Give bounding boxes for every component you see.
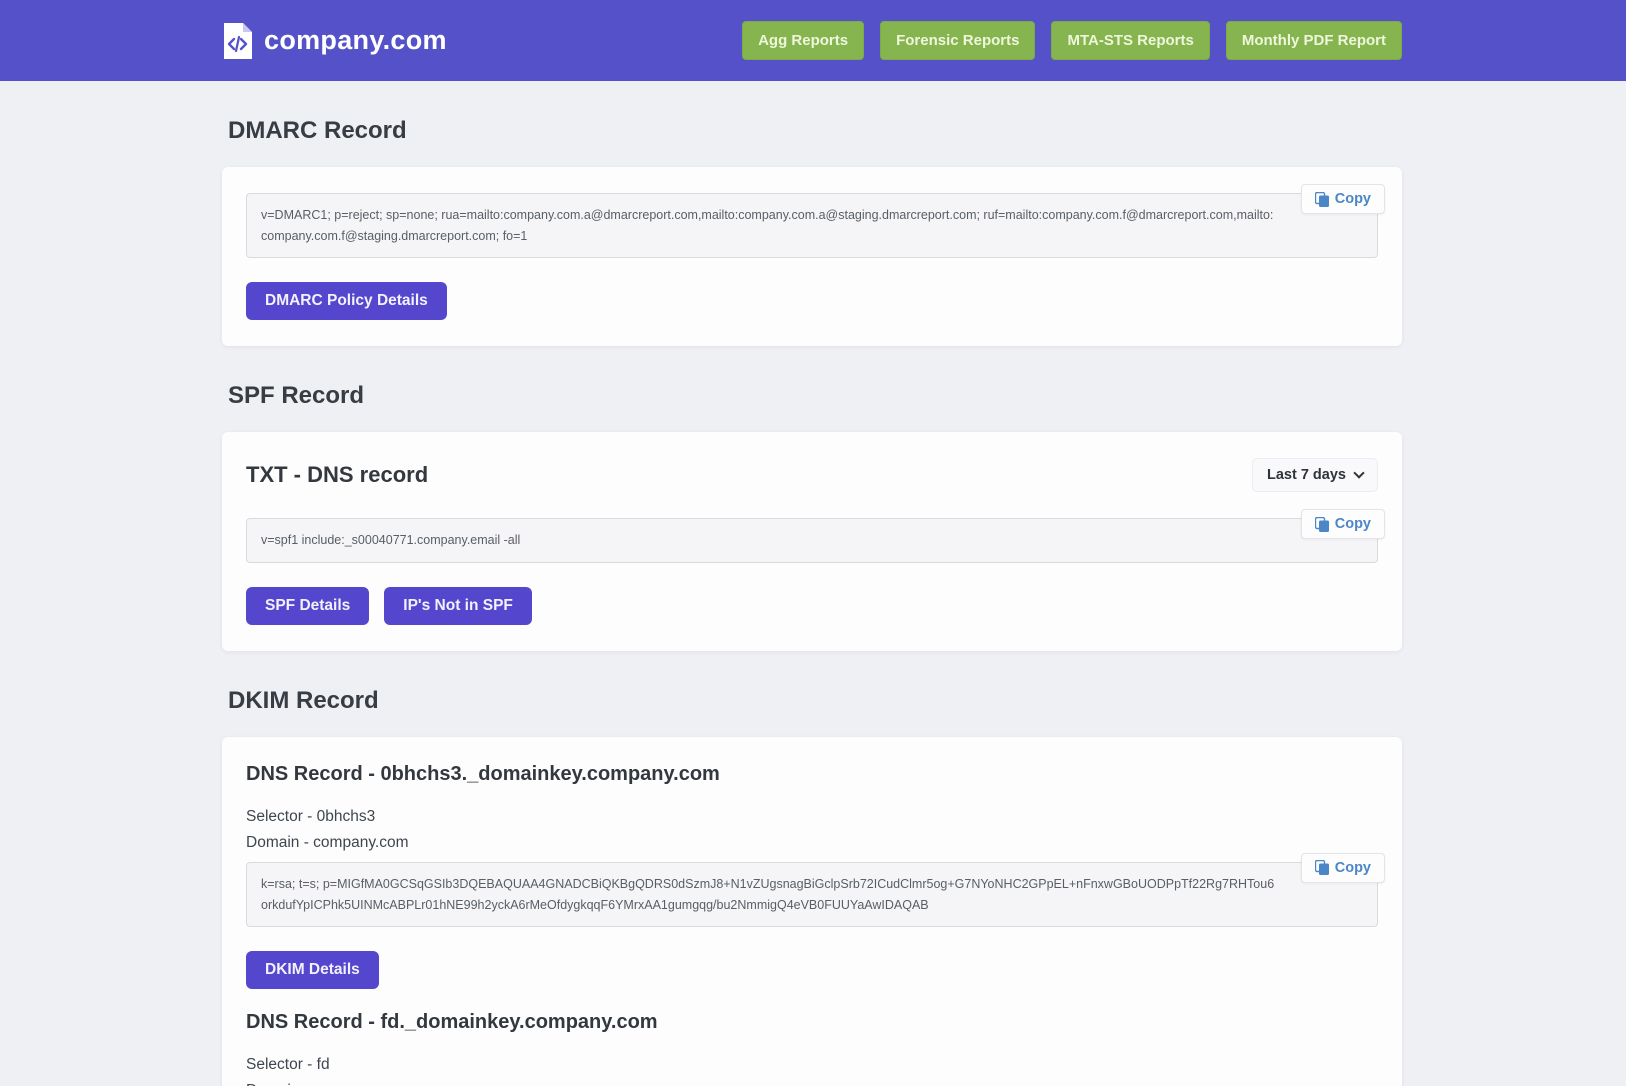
spf-record-value: v=spf1 include:_s00040771.company.email … <box>261 533 521 548</box>
dkim-selector-label: Selector - 0bhchs3 <box>246 807 376 825</box>
spf-card: TXT - DNS record Last 7 days v=spf1 incl… <box>222 432 1402 651</box>
dmarc-copy-button[interactable]: Copy <box>1300 184 1385 214</box>
main-content: DMARC Record v=DMARC1; p=reject; sp=none… <box>222 117 1402 1086</box>
copy-icon <box>1314 516 1329 532</box>
copy-icon <box>1314 191 1329 207</box>
brand-name: company.com <box>264 25 447 55</box>
dmarc-policy-details-button[interactable]: DMARC Policy Details <box>246 282 447 321</box>
dkim-record-box: k=rsa; t=s; p=MIGfMA0GCSqGSIb3DQEBAQUAA4… <box>246 852 1385 928</box>
ips-not-in-spf-button[interactable]: IP's Not in SPF <box>384 586 532 625</box>
dkim-copy-label: Copy <box>1334 859 1371 876</box>
mta-sts-reports-button[interactable]: MTA-STS Reports <box>1051 21 1210 60</box>
dkim-domain-label: Domain - company.com <box>246 833 409 851</box>
spf-record-box: v=spf1 include:_s00040771.company.email … <box>246 509 1385 563</box>
top-nav-buttons: Agg Reports Forensic Reports MTA-STS Rep… <box>742 21 1402 60</box>
monthly-pdf-report-button[interactable]: Monthly PDF Report <box>1225 21 1402 60</box>
spf-section-heading: SPF Record <box>228 382 365 410</box>
dkim-copy-button[interactable]: Copy <box>1300 852 1385 883</box>
spf-details-button[interactable]: SPF Details <box>246 586 370 625</box>
dkim-dns-record-title: DNS Record - fd._domainkey.company.com <box>246 1011 658 1034</box>
forensic-reports-button[interactable]: Forensic Reports <box>880 21 1036 60</box>
dkim-domain-label: Domain - company.com <box>246 1082 1378 1086</box>
date-range-selected-value: Last 7 days <box>1267 467 1346 484</box>
copy-icon <box>1314 860 1329 876</box>
dkim-dns-record-title: DNS Record - 0bhchs3._domainkey.company.… <box>246 762 720 785</box>
dmarc-record-box: v=DMARC1; p=reject; sp=none; rua=mailto:… <box>246 184 1385 259</box>
chevron-down-icon <box>1353 467 1365 479</box>
top-navigation-bar: company.com Agg Reports Forensic Reports… <box>0 0 1626 81</box>
date-range-select[interactable]: Last 7 days <box>1252 458 1378 493</box>
spf-copy-button[interactable]: Copy <box>1300 509 1385 540</box>
agg-reports-button[interactable]: Agg Reports <box>742 21 865 60</box>
dkim-details-button[interactable]: DKIM Details <box>246 951 379 990</box>
dkim-record-entry: DNS Record - fd._domainkey.company.com S… <box>246 1011 1378 1086</box>
brand-logo[interactable]: company.com <box>222 22 447 59</box>
spf-copy-label: Copy <box>1334 516 1371 533</box>
dkim-card: DNS Record - 0bhchs3._domainkey.company.… <box>222 736 1402 1086</box>
document-code-icon <box>224 22 252 59</box>
dmarc-copy-label: Copy <box>1334 191 1371 207</box>
dmarc-record-value: v=DMARC1; p=reject; sp=none; rua=mailto:… <box>261 208 1274 243</box>
dmarc-card: v=DMARC1; p=reject; sp=none; rua=mailto:… <box>222 167 1402 347</box>
dkim-record-value: k=rsa; t=s; p=MIGfMA0GCSqGSIb3DQEBAQUAA4… <box>261 876 1275 912</box>
dkim-record-entry: DNS Record - 0bhchs3._domainkey.company.… <box>246 762 1385 1011</box>
dmarc-section-heading: DMARC Record <box>228 117 407 144</box>
dkim-selector-label: Selector - fd <box>246 1056 330 1074</box>
spf-card-title: TXT - DNS record <box>246 462 429 488</box>
dkim-section-heading: DKIM Record <box>228 686 379 714</box>
